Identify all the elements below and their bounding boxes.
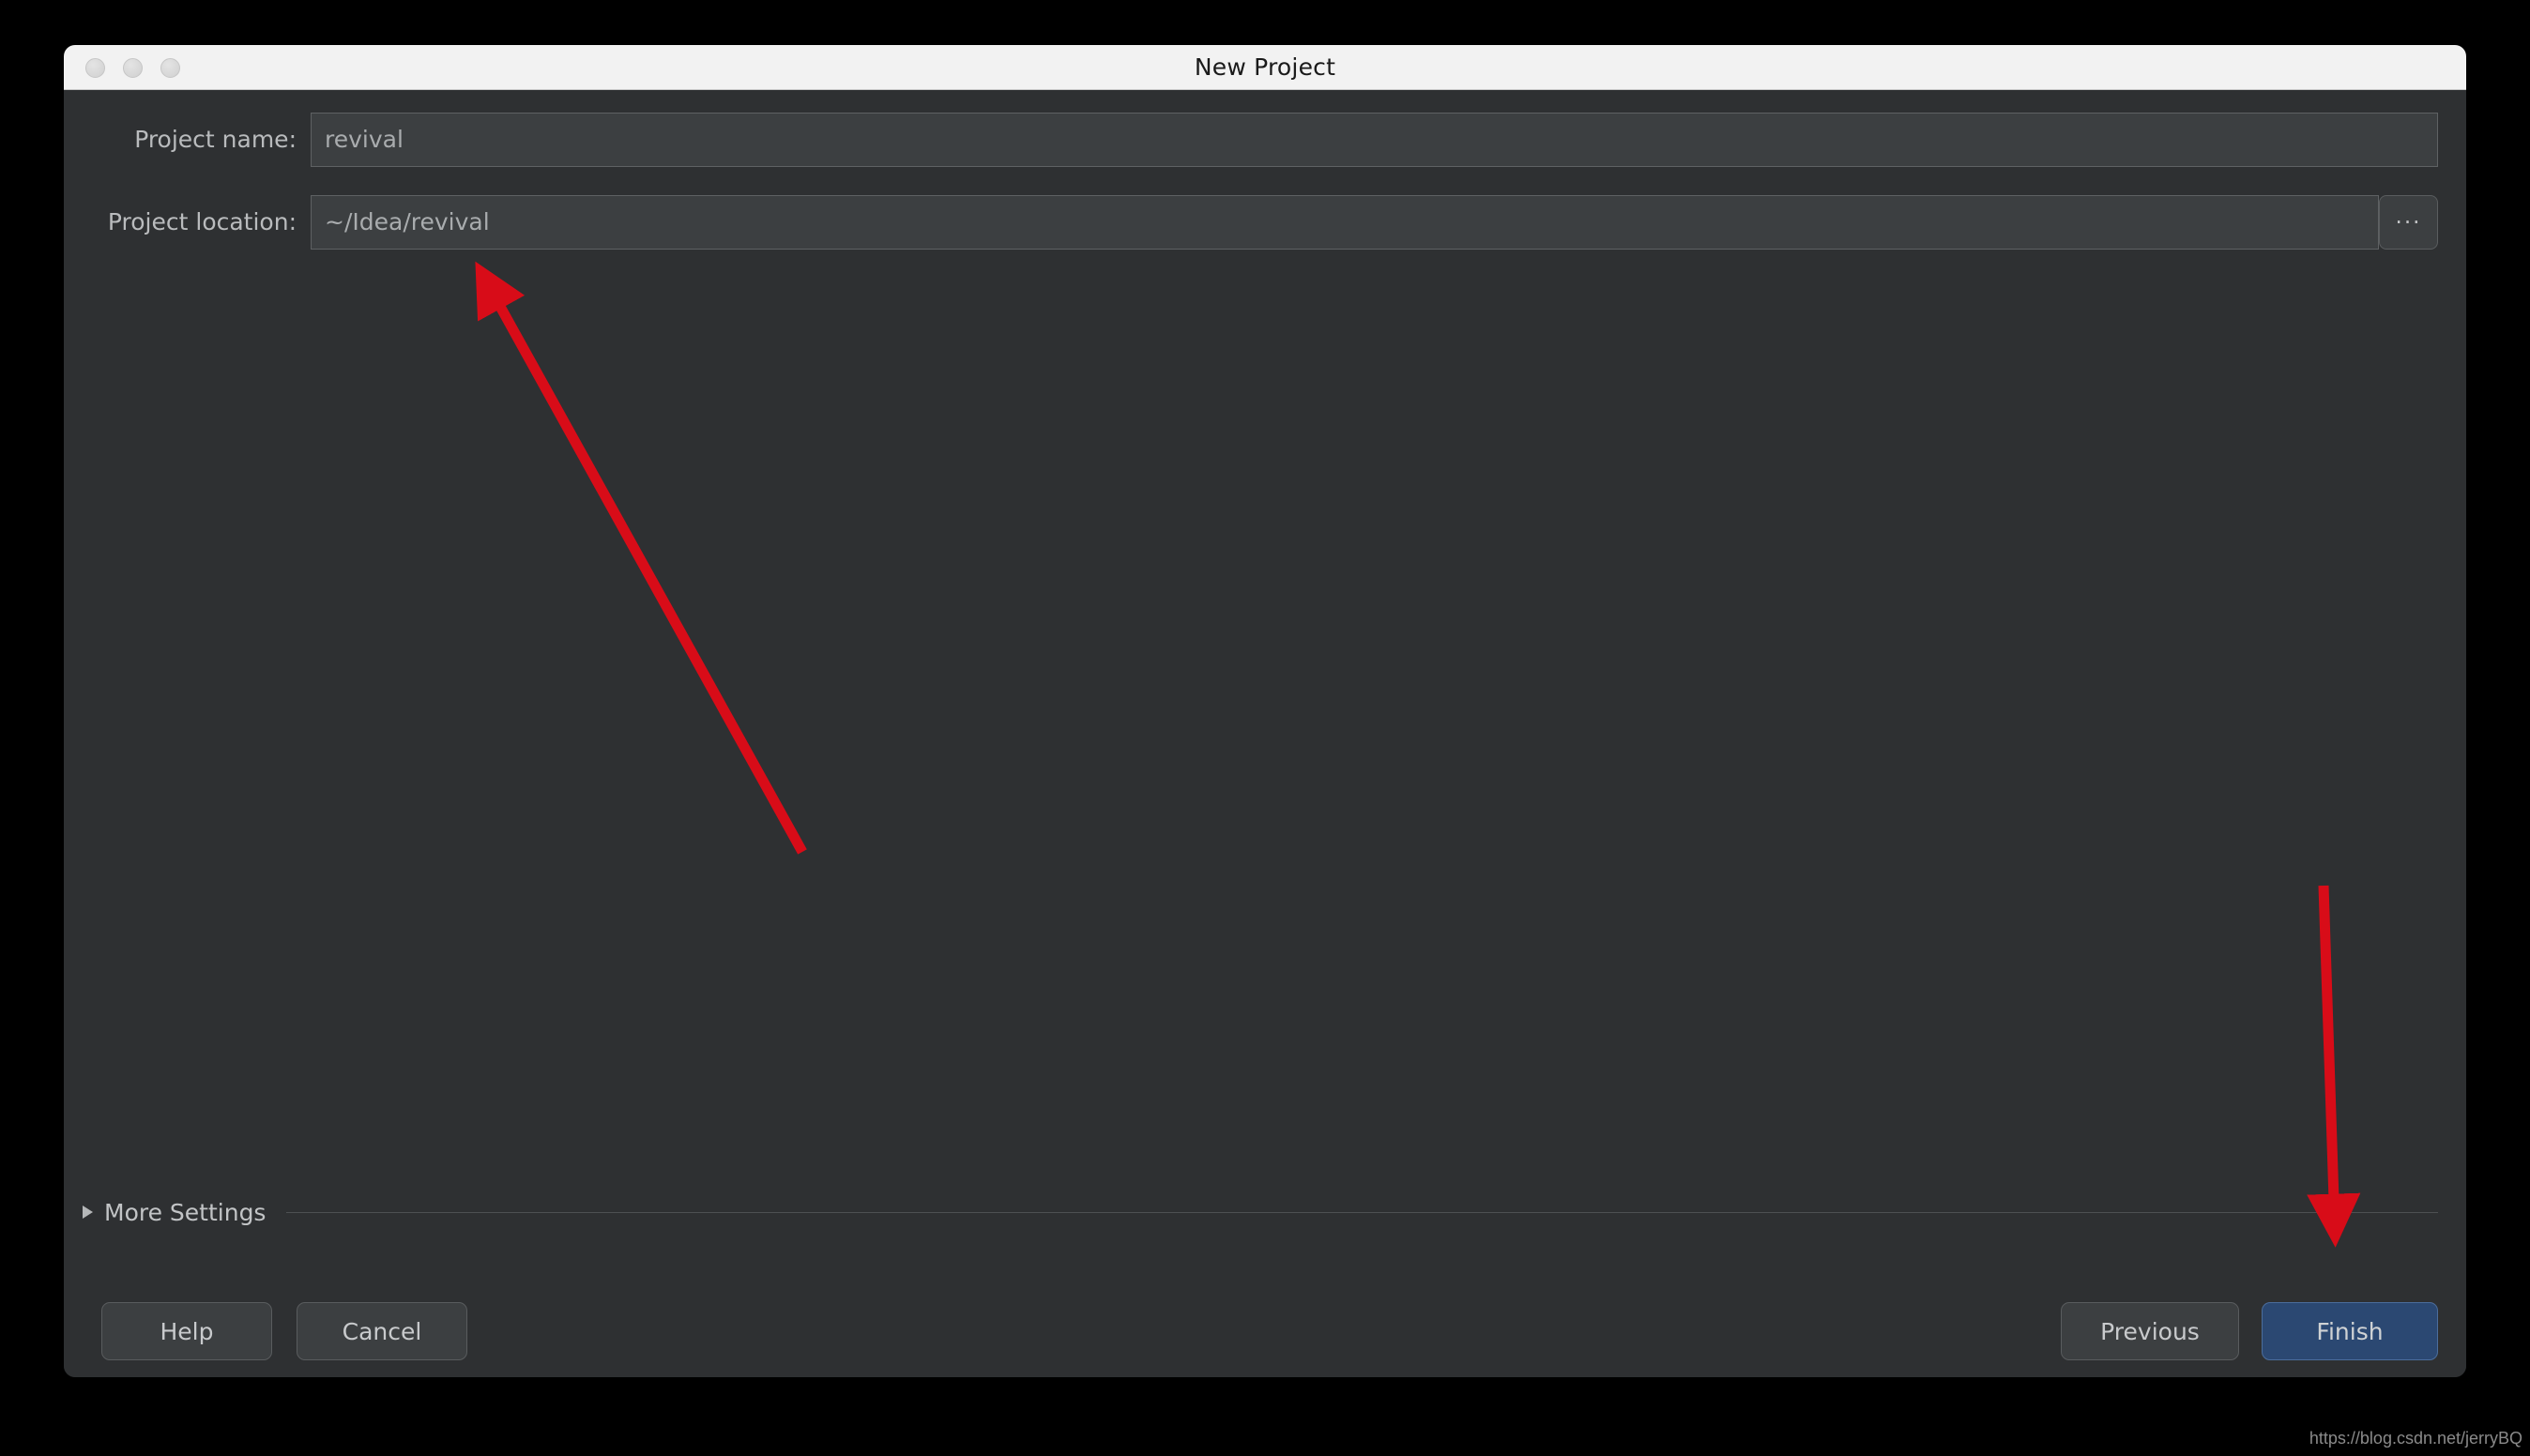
- more-settings-label: More Settings: [104, 1198, 267, 1226]
- chevron-right-icon: [83, 1206, 93, 1219]
- project-location-label: Project location:: [107, 208, 297, 235]
- project-name-label: Project name:: [134, 126, 297, 153]
- browse-folder-button[interactable]: ...: [2379, 195, 2438, 250]
- ellipsis-icon: ...: [2395, 205, 2422, 229]
- help-button[interactable]: Help: [101, 1302, 272, 1360]
- window-titlebar: New Project: [64, 45, 2466, 90]
- dialog-body: Project name: revival Project location: …: [64, 90, 2466, 1377]
- section-divider: [286, 1211, 2438, 1213]
- more-settings-section[interactable]: More Settings: [64, 1193, 2466, 1231]
- previous-button[interactable]: Previous: [2061, 1302, 2239, 1360]
- cancel-button[interactable]: Cancel: [297, 1302, 467, 1360]
- window-title: New Project: [1194, 53, 1336, 81]
- finish-button[interactable]: Finish: [2262, 1302, 2438, 1360]
- project-location-row: Project location: ~/Idea/revival ...: [64, 195, 2466, 250]
- project-location-input[interactable]: ~/Idea/revival: [311, 195, 2379, 250]
- project-name-input[interactable]: revival: [311, 113, 2438, 167]
- new-project-dialog: New Project Project name: revival Projec…: [64, 45, 2466, 1377]
- project-name-row: Project name: revival: [64, 113, 2466, 167]
- watermark-text: https://blog.csdn.net/jerryBQ: [2309, 1429, 2522, 1448]
